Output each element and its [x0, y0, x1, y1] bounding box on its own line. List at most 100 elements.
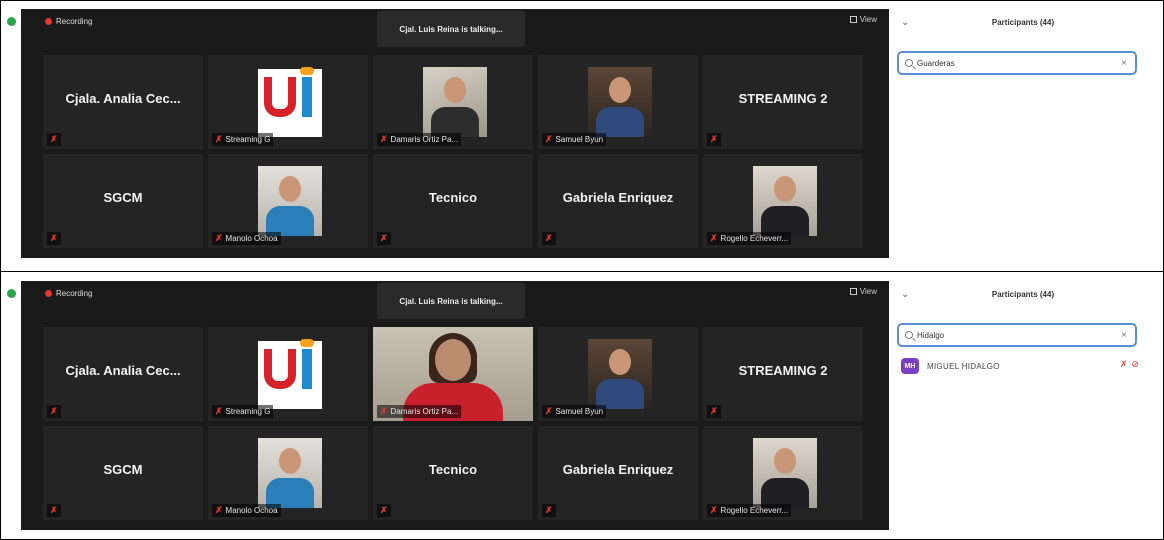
- zoom-panel-2: Recording Cjal. Luis Reina is talking...…: [7, 281, 1155, 537]
- tile-label: ✗ Streaming G: [212, 405, 274, 418]
- video-tile[interactable]: Cjala. Analia Cec... ✗: [43, 55, 203, 149]
- head-shape: [279, 176, 301, 202]
- mic-muted-icon: ✗: [545, 233, 553, 243]
- view-button[interactable]: View: [849, 15, 877, 24]
- tile-label: ✗: [47, 133, 61, 146]
- participant-label: Manolo Ochoa: [225, 234, 278, 243]
- participant-photo: [423, 67, 487, 137]
- participant-status-icons: ✗ ⊘: [1120, 359, 1139, 370]
- video-tile[interactable]: SGCM ✗: [43, 154, 203, 248]
- video-tile[interactable]: Tecnico ✗: [373, 154, 533, 248]
- participant-photo: [753, 438, 817, 508]
- mic-muted-icon: ✗: [50, 505, 58, 515]
- video-tile[interactable]: ✗ Rogelio Echeverr...: [703, 426, 863, 520]
- participant-label: Damaris Ortiz Pa...: [390, 135, 459, 144]
- mic-muted-icon: ✗: [215, 134, 223, 144]
- participant-name: Tecnico: [428, 462, 478, 477]
- video-tile[interactable]: ✗ Manolo Ochoa: [208, 154, 368, 248]
- search-icon: [905, 59, 913, 67]
- participant-photo: [588, 67, 652, 137]
- video-tile[interactable]: ✗ Rogelio Echeverr...: [703, 154, 863, 248]
- tile-label: ✗: [47, 504, 61, 517]
- video-tile[interactable]: Gabriela Enriquez ✗: [538, 154, 698, 248]
- mic-muted-icon: ✗: [215, 233, 223, 243]
- video-tile[interactable]: Tecnico ✗: [373, 426, 533, 520]
- mic-muted-icon: ✗: [545, 406, 553, 416]
- mic-muted-icon: ✗: [545, 505, 553, 515]
- participant-row[interactable]: MH MIGUEL HIDALGO ✗ ⊘: [901, 357, 1141, 375]
- tile-label: ✗ Samuel Byun: [542, 133, 607, 146]
- video-tile[interactable]: ✗ Samuel Byun: [538, 327, 698, 421]
- head-shape: [774, 176, 796, 202]
- zoom-panel-1: Recording Cjal. Luis Reina is talking...…: [7, 9, 1155, 265]
- video-tile[interactable]: ✗ Streaming G: [208, 55, 368, 149]
- tile-label: ✗: [542, 232, 556, 245]
- mic-muted-icon: ✗: [710, 406, 718, 416]
- participant-label: Rogelio Echeverr...: [720, 506, 789, 515]
- participant-label: Samuel Byun: [555, 135, 604, 144]
- participant-label: Manolo Ochoa: [225, 506, 278, 515]
- head-shape: [435, 339, 471, 381]
- participant-name: Tecnico: [428, 190, 478, 205]
- video-tile[interactable]: Gabriela Enriquez ✗: [538, 426, 698, 520]
- avatar: MH: [901, 358, 919, 374]
- mic-muted-icon: ✗: [380, 406, 388, 416]
- mic-muted-icon: ✗: [710, 134, 718, 144]
- video-tile-active-speaker[interactable]: ✗ Damaris Ortiz Pa...: [373, 327, 533, 421]
- participant-label: Streaming G: [225, 407, 271, 416]
- head-shape: [279, 448, 301, 474]
- screenshot-frame: Recording Cjal. Luis Reina is talking...…: [0, 0, 1164, 540]
- participants-header: ⌄ Participants (44): [891, 287, 1155, 307]
- participant-search-input[interactable]: Hidalgo ×: [897, 323, 1137, 347]
- participant-name: Cjala. Analia Cec...: [65, 91, 181, 106]
- panel-divider: [1, 271, 1164, 272]
- tile-label: ✗ Samuel Byun: [542, 405, 607, 418]
- participant-label: Damaris Ortiz Pa...: [390, 407, 459, 416]
- clear-search-icon[interactable]: ×: [1121, 58, 1127, 69]
- video-tile[interactable]: STREAMING 2 ✗: [703, 327, 863, 421]
- participant-name: MIGUEL HIDALGO: [927, 361, 1000, 371]
- tile-label: ✗: [47, 405, 61, 418]
- participants-header: ⌄ Participants (44): [891, 15, 1155, 35]
- video-tile[interactable]: ✗ Damaris Ortiz Pa...: [373, 55, 533, 149]
- participant-label: Rogelio Echeverr...: [720, 234, 789, 243]
- video-tile[interactable]: ✗ Streaming G: [208, 327, 368, 421]
- participant-name: STREAMING 2: [738, 91, 828, 106]
- view-button[interactable]: View: [849, 287, 877, 296]
- video-tile[interactable]: STREAMING 2 ✗: [703, 55, 863, 149]
- logo-u-shape: [264, 349, 296, 389]
- participant-label: Streaming G: [225, 135, 271, 144]
- video-tile[interactable]: SGCM ✗: [43, 426, 203, 520]
- mic-muted-icon: ✗: [380, 233, 388, 243]
- participant-photo: [588, 339, 652, 409]
- ui-logo-image: [258, 339, 322, 409]
- tile-label: ✗: [707, 405, 721, 418]
- meeting-topbar: Recording Cjal. Luis Reina is talking...…: [7, 281, 889, 319]
- mic-muted-icon: ✗: [215, 505, 223, 515]
- head-shape: [609, 77, 631, 103]
- participant-search-input[interactable]: Guarderas ×: [897, 51, 1137, 75]
- view-label: View: [859, 15, 877, 24]
- video-grid: Cjala. Analia Cec... ✗ ✗ Streaming G ✗ D…: [43, 55, 865, 248]
- head-shape: [444, 77, 466, 103]
- security-shield-icon[interactable]: [7, 17, 16, 26]
- mic-muted-icon: ✗: [50, 134, 58, 144]
- clear-search-icon[interactable]: ×: [1121, 330, 1127, 341]
- video-tile[interactable]: ✗ Manolo Ochoa: [208, 426, 368, 520]
- security-shield-icon[interactable]: [7, 289, 16, 298]
- tile-label: ✗: [377, 232, 391, 245]
- recording-indicator[interactable]: Recording: [45, 289, 92, 298]
- mic-muted-icon: ✗: [710, 233, 718, 243]
- tile-label: ✗: [542, 504, 556, 517]
- mic-muted-icon: ✗: [1119, 359, 1128, 369]
- mic-muted-icon: ✗: [215, 406, 223, 416]
- video-tile[interactable]: Cjala. Analia Cec... ✗: [43, 327, 203, 421]
- search-value: Hidalgo: [917, 330, 945, 340]
- mic-muted-icon: ✗: [380, 505, 388, 515]
- tile-label: ✗ Damaris Ortiz Pa...: [377, 133, 462, 146]
- tile-label: ✗: [377, 504, 391, 517]
- tile-label: ✗ Manolo Ochoa: [212, 504, 281, 517]
- recording-indicator[interactable]: Recording: [45, 17, 92, 26]
- participant-photo: [258, 438, 322, 508]
- video-tile[interactable]: ✗ Samuel Byun: [538, 55, 698, 149]
